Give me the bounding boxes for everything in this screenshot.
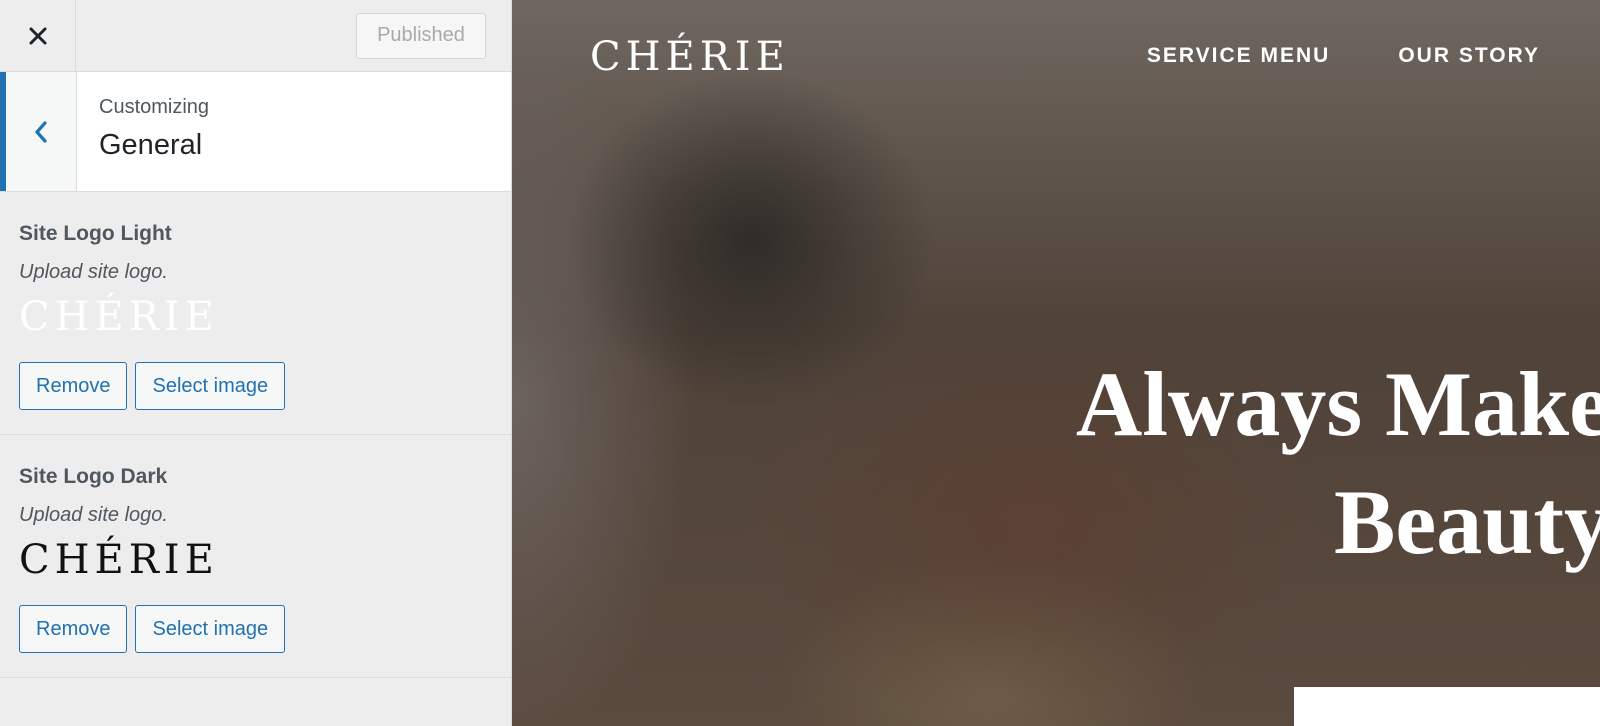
select-logo-dark-button[interactable]: Select image — [135, 605, 286, 653]
nav-our-story[interactable]: OUR STORY — [1398, 44, 1540, 68]
customizer-sidebar: Published Customizing General Site Logo … — [0, 0, 512, 726]
logo-dark-preview: CHÉRIE — [19, 537, 219, 583]
select-logo-light-button[interactable]: Select image — [135, 362, 286, 410]
logo-light-preview: CHÉRIE — [19, 294, 219, 340]
site-logo-light-control: Site Logo Light Upload site logo. CHÉRIE… — [0, 192, 511, 435]
control-description: Upload site logo. — [19, 504, 168, 526]
hero-title: Always Make Beauty — [910, 345, 1600, 581]
close-icon — [29, 27, 46, 44]
hero-card — [1294, 687, 1600, 726]
nav-service-menu[interactable]: SERVICE MENU — [1147, 44, 1330, 68]
section-header: Customizing General — [0, 72, 511, 192]
hero-line-2: Beauty — [1334, 471, 1600, 573]
site-logo[interactable]: CHÉRIE — [590, 34, 790, 80]
control-description: Upload site logo. — [19, 261, 168, 283]
remove-logo-light-button[interactable]: Remove — [19, 362, 128, 410]
hero-line-1: Always Make — [1075, 353, 1600, 455]
control-buttons: Remove Select image — [19, 605, 492, 653]
customizer-app: Published Customizing General Site Logo … — [0, 0, 1600, 726]
site-navigation: SERVICE MENU OUR STORY — [1147, 44, 1540, 68]
section-subtitle: Customizing — [99, 96, 210, 118]
section-titles: Customizing General — [77, 72, 209, 191]
customizer-topbar: Published — [0, 0, 511, 72]
published-button[interactable]: Published — [356, 12, 486, 59]
remove-logo-dark-button[interactable]: Remove — [19, 605, 128, 653]
site-logo-dark-control: Site Logo Dark Upload site logo. CHÉRIE … — [0, 435, 511, 678]
close-customizer-button[interactable] — [0, 0, 76, 72]
section-title: General — [99, 129, 203, 161]
chevron-left-icon — [35, 120, 47, 143]
site-preview: CHÉRIE SERVICE MENU OUR STORY Always Mak… — [512, 0, 1600, 726]
control-label: Site Logo Light — [19, 222, 172, 245]
control-label: Site Logo Dark — [19, 465, 168, 488]
back-button[interactable] — [0, 72, 77, 191]
control-buttons: Remove Select image — [19, 362, 492, 410]
